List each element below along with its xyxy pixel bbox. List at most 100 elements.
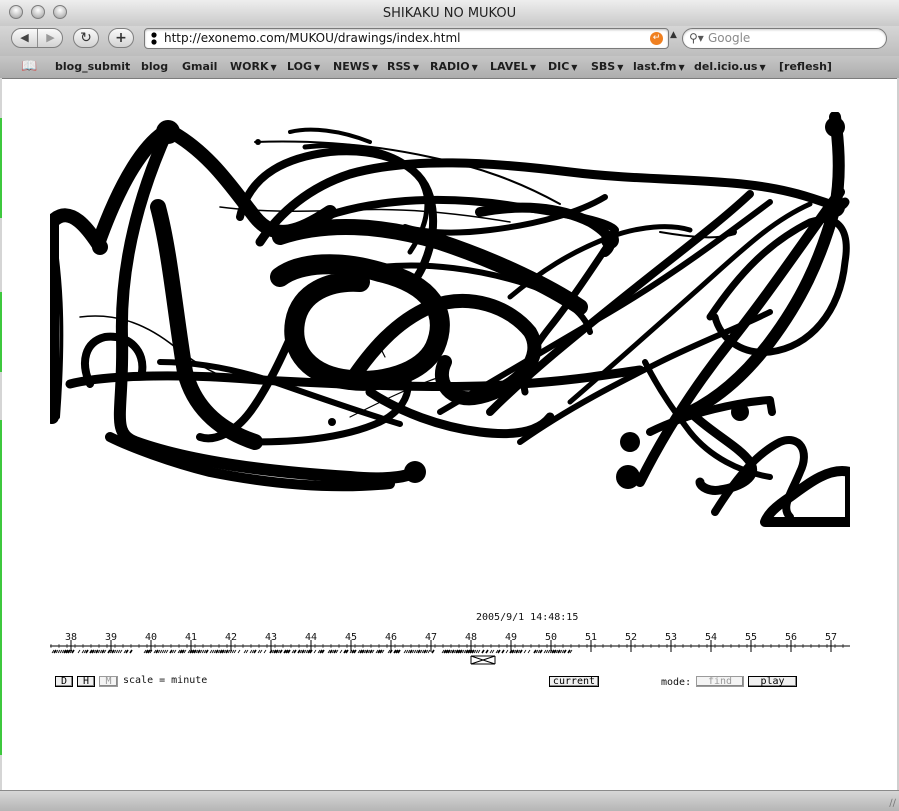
bookmark-gmail[interactable]: Gmail [182, 60, 217, 73]
url-text[interactable]: http://exonemo.com/MUKOU/drawings/index.… [164, 31, 460, 45]
timeline-tick-label: 48 [464, 632, 478, 643]
timeline-activity-mark [129, 649, 133, 654]
bookmark-label: SBS [591, 60, 616, 73]
bookmark-label: WORK [230, 60, 269, 73]
timeline-activity-mark [169, 649, 173, 654]
timeline-tick-label: 53 [664, 632, 678, 643]
timeline-activity-mark [243, 649, 247, 654]
bookmark-menu-rss[interactable]: RSS ▼ [387, 60, 419, 73]
timeline-activity-mark [389, 649, 393, 654]
url-dropdown-icon[interactable]: ▲ [670, 30, 677, 40]
resize-grip-icon[interactable]: ∕∕ [889, 798, 896, 809]
bookmark-label: [reflesh] [779, 60, 832, 73]
bookmark-label: RADIO [430, 60, 470, 73]
timeline-activity-mark [301, 649, 305, 654]
bookmarks-bar: 📖 blog_submit blog Gmail WORK ▼ LOG ▼ NEWS… [0, 56, 899, 79]
timeline-activity-mark [563, 649, 567, 654]
mode-play-button[interactable]: play [748, 676, 797, 687]
bookmark-label: RSS [387, 60, 411, 73]
browser-toolbar: ◀ ▶ ↻ + http://exonemo.com/MUKOU/drawing… [0, 26, 899, 56]
timeline-activity-mark [249, 649, 253, 654]
address-bar[interactable]: http://exonemo.com/MUKOU/drawings/index.… [144, 28, 669, 49]
timeline-activity-mark [245, 649, 249, 654]
bookmark-menu-dic[interactable]: DIC ▼ [548, 60, 577, 73]
window-title: SHIKAKU NO MUKOU [382, 6, 517, 21]
search-field[interactable]: ⚲▾ Google [682, 28, 887, 49]
timeline-tick-label: 47 [424, 632, 438, 643]
timeline-activity-mark [117, 649, 121, 654]
rss-icon[interactable]: ↵ [650, 32, 663, 45]
mode-find-button[interactable]: find [696, 676, 744, 687]
timeline-tick-label: 52 [624, 632, 638, 643]
bookmark-label: Gmail [182, 60, 218, 73]
browser-statusbar: ∕∕ [0, 790, 899, 811]
timeline-position-marker-shape[interactable] [470, 655, 496, 665]
scale-label: scale = minute [123, 675, 208, 686]
back-button[interactable]: ◀ [12, 29, 37, 47]
timeline-activity-mark [155, 649, 159, 654]
bookmark-blog[interactable]: blog [141, 60, 168, 73]
timeline-activity-mark [543, 649, 547, 654]
timeline-activity-mark [95, 649, 99, 654]
current-button[interactable]: current [549, 676, 599, 687]
site-icon [151, 32, 157, 45]
timeline-activity-mark [57, 649, 61, 654]
background-window-edge [0, 118, 2, 218]
timeline-activity-mark [567, 649, 571, 654]
timeline-position-marker[interactable] [470, 655, 496, 665]
timeline-activity-mark [423, 649, 427, 654]
timeline-activity-mark [77, 649, 81, 654]
add-bookmark-button[interactable]: + [108, 28, 134, 48]
bookmark-menu-news[interactable]: NEWS ▼ [333, 60, 378, 73]
timeline-activity-mark [125, 649, 129, 654]
bookmark-menu-delicious[interactable]: del.icio.us ▼ [694, 60, 766, 73]
bookmark-menu-log[interactable]: LOG ▼ [287, 60, 320, 73]
bookmark-menu-sbs[interactable]: SBS ▼ [591, 60, 623, 73]
dropdown-arrow-icon: ▼ [471, 63, 478, 72]
timeline-activity-mark [545, 649, 549, 654]
timeline-activity-mark [119, 649, 123, 654]
timeline-activity-mark [515, 649, 519, 654]
timeline-activity-mark [165, 649, 169, 654]
scribble-drawing[interactable] [50, 112, 850, 532]
search-icon[interactable]: ⚲▾ [689, 31, 704, 45]
timeline-ruler[interactable] [50, 628, 850, 670]
dropdown-arrow-icon: ▼ [617, 63, 624, 72]
timeline-activity-mark [403, 649, 407, 654]
timeline-activity-mark [497, 649, 501, 654]
bookmarks-book-icon[interactable]: 📖 [21, 59, 37, 74]
search-placeholder[interactable]: Google [708, 31, 750, 45]
timeline-activity-mark [59, 649, 63, 654]
timeline-activity-mark [557, 649, 561, 654]
reload-button[interactable]: ↻ [73, 28, 99, 48]
dropdown-arrow-icon: ▼ [678, 63, 685, 72]
timeline-activity-mark [533, 649, 537, 654]
timeline-activity-mark [313, 649, 317, 654]
timeline-scale[interactable]: 38 39 40 41 42 43 44 45 46 47 48 49 50 51 52 53 54 55 56 57 [50, 628, 850, 670]
bookmark-menu-work[interactable]: WORK ▼ [230, 60, 277, 73]
timeline-activity-mark [269, 649, 273, 654]
bookmark-label: LOG [287, 60, 312, 73]
timeline-activity-mark [237, 649, 241, 654]
timeline-activity-mark [201, 649, 205, 654]
timeline-activity-mark [501, 649, 505, 654]
timeline-tick-label: 39 [104, 632, 118, 643]
mode-label: mode: [661, 677, 692, 688]
scale-hour-button[interactable]: H [77, 676, 95, 687]
timeline-activity-mark [297, 649, 301, 654]
bookmark-menu-radio[interactable]: RADIO ▼ [430, 60, 478, 73]
scale-minute-button[interactable]: M [99, 676, 118, 687]
bookmark-menu-lavel[interactable]: LAVEL ▼ [490, 60, 536, 73]
bookmark-blog-submit[interactable]: blog_submit [55, 60, 130, 73]
dropdown-arrow-icon: ▼ [371, 63, 378, 72]
bookmark-menu-lastfm[interactable]: last.fm ▼ [633, 60, 685, 73]
forward-button[interactable]: ▶ [38, 29, 63, 47]
scale-day-button[interactable]: D [55, 676, 73, 687]
timeline-activity-mark [491, 649, 495, 654]
bookmark-reflesh[interactable]: [reflesh] [779, 60, 832, 73]
timeline-activity-mark [365, 649, 369, 654]
timeline-activity-mark [81, 649, 85, 654]
timeline-tick-label: 45 [344, 632, 358, 643]
timeline-tick-label: 55 [744, 632, 758, 643]
timeline-activity-mark [233, 649, 237, 654]
